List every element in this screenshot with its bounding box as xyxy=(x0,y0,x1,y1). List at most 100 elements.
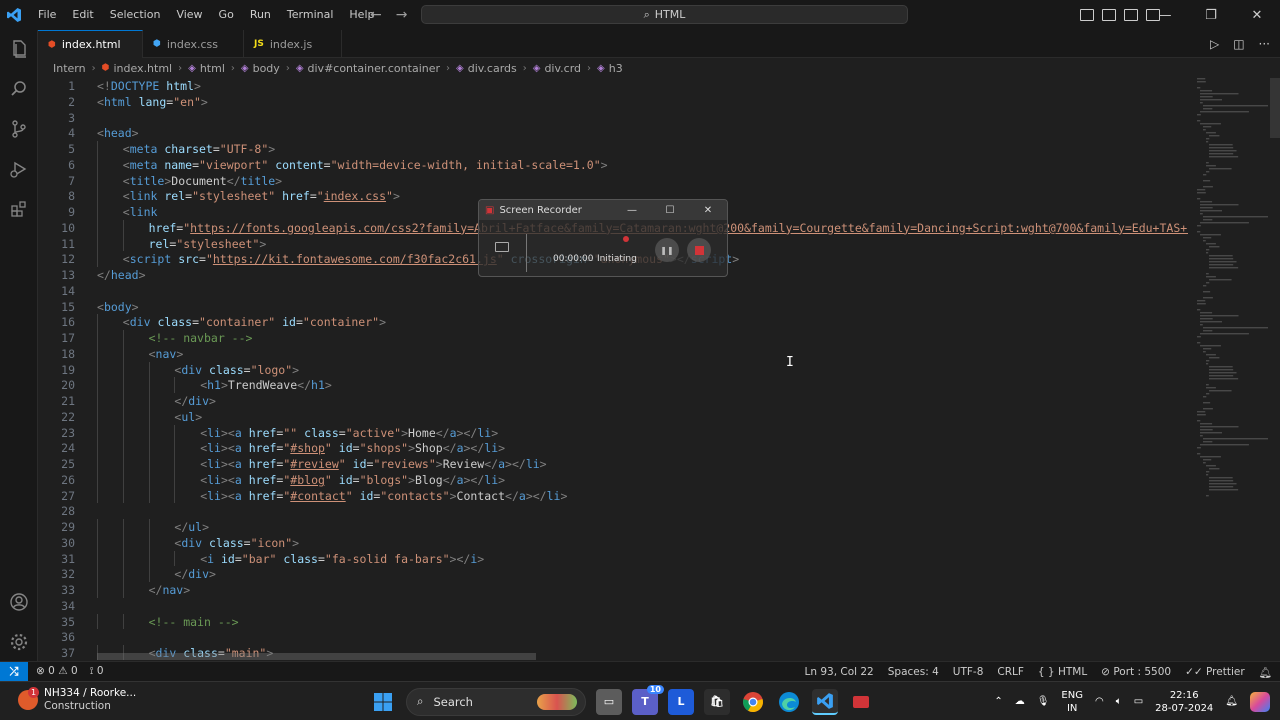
menu-view[interactable]: View xyxy=(168,0,210,30)
breadcrumb-item[interactable]: html xyxy=(200,62,225,75)
recorder-maximize-icon[interactable]: ☐ xyxy=(651,200,689,220)
code-line[interactable]: 29 </ul> xyxy=(38,519,209,535)
split-editor-icon[interactable]: ◫ xyxy=(1233,37,1244,51)
indentation[interactable]: Spaces: 4 xyxy=(888,666,939,678)
code-line[interactable]: 24 <li><a href="#shop" id="shops">Shop</a… xyxy=(38,440,505,456)
code-line[interactable]: 14 xyxy=(38,283,75,299)
weather-widget[interactable]: 1 NH334 / Roorke... Construction xyxy=(18,687,136,713)
code-line[interactable]: 33 </nav> xyxy=(38,582,190,598)
manage-gear-icon[interactable] xyxy=(0,623,38,661)
code-line[interactable]: 1 <!DOCTYPE html> xyxy=(38,78,201,94)
breadcrumb-item[interactable]: div.cards xyxy=(468,62,517,75)
code-line[interactable]: 28 xyxy=(38,503,75,519)
code-line[interactable]: 32 </div> xyxy=(38,566,216,582)
code-line[interactable]: 26 <li><a href="#blog" id="blogs">Blog</a… xyxy=(38,471,505,488)
show-hidden-icons-icon[interactable]: ⌃ xyxy=(994,696,1002,707)
code-line[interactable]: 31 <i id="bar" class="fa-solid fa-bars"><… xyxy=(38,550,484,567)
code-line[interactable]: 2 <html lang="en"> xyxy=(38,94,208,110)
toggle-primary-sidebar-icon[interactable] xyxy=(1080,9,1094,21)
tab-index-css[interactable]: ⬢ index.css xyxy=(143,30,244,58)
code-line[interactable]: 11 rel="stylesheet"> xyxy=(38,235,266,252)
forward-arrow-icon[interactable]: → xyxy=(396,7,408,23)
code-line[interactable]: 7 <title>Document</title> xyxy=(38,172,282,189)
code-line[interactable]: 18 <nav> xyxy=(38,345,183,362)
scrollbar-thumb[interactable] xyxy=(1270,78,1280,138)
breadcrumb-item[interactable]: h3 xyxy=(609,62,623,75)
menu-edit[interactable]: Edit xyxy=(64,0,101,30)
edge-icon[interactable] xyxy=(776,689,802,715)
menu-selection[interactable]: Selection xyxy=(102,0,169,30)
back-arrow-icon[interactable]: ← xyxy=(370,7,382,23)
code-line[interactable]: 3 xyxy=(38,110,75,126)
code-line[interactable]: 19 <div class="logo"> xyxy=(38,361,299,378)
code-line[interactable]: 16 <div class="container" id="container"> xyxy=(38,314,386,330)
problems-indicator[interactable]: ⊗ 0 ⚠ 0 xyxy=(36,665,78,678)
stop-recording-button[interactable] xyxy=(687,238,711,262)
maximize-icon[interactable]: ❐ xyxy=(1188,0,1234,30)
wifi-icon[interactable]: ◠ xyxy=(1095,696,1104,707)
notification-bell-icon[interactable]: 🔔︎ xyxy=(1225,696,1238,707)
volume-icon[interactable]: 🔈︎ xyxy=(1116,696,1122,707)
live-server-port[interactable]: ⊘ Port : 5500 xyxy=(1101,666,1171,678)
code-line[interactable]: 9 <link xyxy=(38,204,157,220)
recorder-minimize-icon[interactable]: — xyxy=(613,200,651,220)
code-line[interactable]: 20 <h1>TrendWeave</h1> xyxy=(38,377,332,393)
toggle-secondary-sidebar-icon[interactable] xyxy=(1124,9,1138,21)
code-line[interactable]: 22 <ul> xyxy=(38,408,202,425)
battery-icon[interactable]: ▭ xyxy=(1134,696,1143,707)
run-icon[interactable]: ▷ xyxy=(1210,37,1219,51)
code-line[interactable]: 25 <li><a href="#review" id="reviews">Rev… xyxy=(38,456,547,472)
vscode-taskbar-icon[interactable] xyxy=(812,688,838,715)
code-line[interactable]: 17 <!-- navbar --> xyxy=(38,330,252,346)
language-mode[interactable]: { } HTML xyxy=(1038,666,1087,678)
input-language[interactable]: ENG IN xyxy=(1061,689,1083,715)
more-actions-icon[interactable]: ··· xyxy=(1259,37,1270,51)
code-line[interactable]: 35 <!-- main --> xyxy=(38,613,239,630)
breadcrumb-item[interactable]: index.html xyxy=(113,62,172,75)
teams-icon[interactable]: T 10 xyxy=(632,684,664,715)
close-icon[interactable]: ✕ xyxy=(1234,0,1280,30)
menu-run[interactable]: Run xyxy=(242,0,279,30)
code-line[interactable]: 23 <li><a href="" class="active">Home</a>… xyxy=(38,424,498,441)
code-line[interactable]: 37 <div class="main"> xyxy=(38,645,273,660)
code-line[interactable]: 6 <meta name="viewport" content="width=de… xyxy=(38,156,608,173)
recorder-close-icon[interactable]: ✕ xyxy=(689,200,727,220)
code-editor[interactable]: 1 <!DOCTYPE html> 2 <html lang="en"> 3 4 <head… xyxy=(38,78,1188,660)
extensions-icon[interactable] xyxy=(0,190,38,228)
breadcrumb-item[interactable]: Intern xyxy=(53,62,86,75)
encoding[interactable]: UTF-8 xyxy=(953,666,984,678)
tab-index-js[interactable]: JS index.js xyxy=(244,30,342,58)
code-line[interactable]: 5 <meta charset="UTF-8"> xyxy=(38,141,275,157)
microphone-icon[interactable]: 🎙︎ xyxy=(1037,696,1050,707)
code-line[interactable]: 4 <head> xyxy=(38,125,139,141)
code-line[interactable]: 21 </div> xyxy=(38,393,216,409)
tab-index-html[interactable]: ⬢ index.html xyxy=(38,30,143,58)
minimap[interactable] xyxy=(1188,78,1273,660)
horizontal-scrollbar[interactable] xyxy=(97,653,536,660)
explorer-icon[interactable] xyxy=(0,30,38,68)
code-line[interactable]: 13 </head> xyxy=(38,267,145,283)
toggle-panel-icon[interactable] xyxy=(1102,9,1116,21)
menu-terminal[interactable]: Terminal xyxy=(279,0,342,30)
taskbar-search[interactable]: ⌕ Search xyxy=(406,687,586,716)
windows-start-icon[interactable] xyxy=(370,689,396,715)
chrome-icon[interactable] xyxy=(740,689,766,715)
code-line[interactable]: 36 xyxy=(38,629,75,645)
menu-file[interactable]: File xyxy=(30,0,64,30)
screen-recorder-window[interactable]: ▣ Screen Recorder — ☐ ✕ 00:00:00 Initiat… xyxy=(478,199,728,277)
end-of-line[interactable]: CRLF xyxy=(997,666,1024,678)
system-clock[interactable]: 22:16 28-07-2024 xyxy=(1155,689,1213,715)
code-line[interactable]: 12 <script src="https://kit.fontawesome.c… xyxy=(38,251,739,267)
copilot-icon[interactable] xyxy=(1250,691,1270,712)
folder-icon[interactable] xyxy=(495,242,509,252)
breadcrumb-item[interactable]: div#container.container xyxy=(308,62,441,75)
cursor-position[interactable]: Ln 93, Col 22 xyxy=(804,666,873,678)
pause-icon[interactable]: ❚❚ xyxy=(655,238,679,262)
ports-indicator[interactable]: ⟟ 0 xyxy=(90,665,104,678)
notifications-bell-icon[interactable]: 🔔︎ xyxy=(1259,666,1272,679)
code-line[interactable]: 10href="https://fonts.googleapis.com/css… xyxy=(38,219,1188,236)
prettier-status[interactable]: ✓✓ Prettier xyxy=(1185,666,1245,678)
breadcrumb-item[interactable]: body xyxy=(253,62,280,75)
source-control-icon[interactable] xyxy=(0,110,38,148)
accounts-icon[interactable] xyxy=(0,583,38,621)
